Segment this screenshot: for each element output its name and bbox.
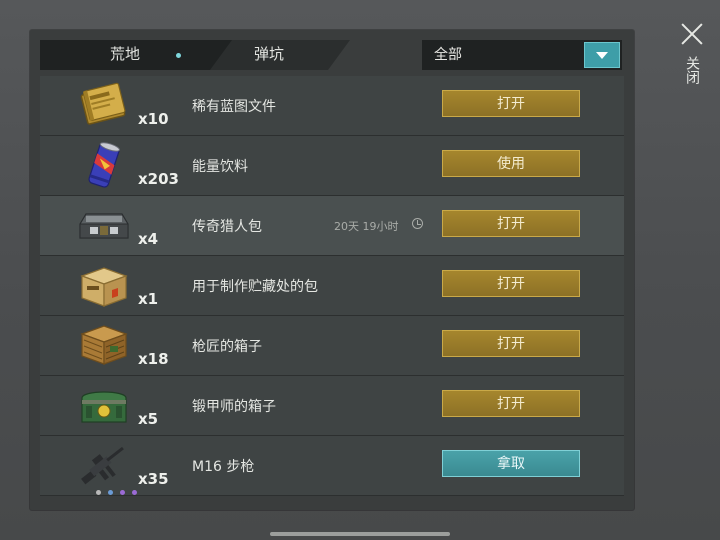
item-quantity: x5 <box>138 410 159 428</box>
tab-crater-label: 弹坑 <box>253 45 284 63</box>
timer-text: 20天 19小时 <box>334 220 399 233</box>
rarity-dot <box>108 490 114 495</box>
item-name: 稀有蓝图文件 <box>192 99 276 115</box>
open-button[interactable]: 打开 <box>442 270 580 297</box>
tab-wasteland[interactable]: 荒地 <box>40 40 232 70</box>
list-item: x4 传奇猎人包 20天 19小时 打开 <box>40 196 624 256</box>
list-item: x35 M16 步枪 拿取 <box>40 436 624 496</box>
filter-dropdown[interactable]: 全部 <box>422 40 622 70</box>
notification-dot <box>176 53 181 58</box>
tab-wasteland-label: 荒地 <box>109 45 140 63</box>
item-quantity: x10 <box>138 110 169 128</box>
item-name: 锻甲师的箱子 <box>192 399 276 415</box>
item-quantity: x35 <box>138 470 169 488</box>
list-item: x203 能量饮料 使用 <box>40 136 624 196</box>
item-quantity: x203 <box>138 170 179 188</box>
item-quantity: x18 <box>138 350 169 368</box>
take-button[interactable]: 拿取 <box>442 450 580 477</box>
item-name: 传奇猎人包 <box>192 219 262 235</box>
hunter-pack-icon <box>79 213 129 239</box>
use-button[interactable]: 使用 <box>442 150 580 177</box>
rarity-dot <box>96 490 101 495</box>
item-quantity: x1 <box>138 290 159 308</box>
home-indicator <box>270 532 450 536</box>
list-item: x1 用于制作贮藏处的包 打开 <box>40 256 624 316</box>
item-name: 能量饮料 <box>192 159 248 175</box>
close-label[interactable]: 关闭 <box>683 56 700 84</box>
open-button[interactable]: 打开 <box>442 330 580 357</box>
rarity-dots <box>96 480 139 495</box>
stash-crate-icon <box>80 267 128 307</box>
item-name: 用于制作贮藏处的包 <box>192 279 318 295</box>
open-button[interactable]: 打开 <box>442 390 580 417</box>
energy-drink-can-icon <box>88 142 120 188</box>
item-name: M16 步枪 <box>192 459 255 475</box>
armor-chest-icon <box>81 391 127 423</box>
item-name: 枪匠的箱子 <box>192 339 262 355</box>
filter-selected-value: 全部 <box>434 47 462 63</box>
open-button[interactable]: 打开 <box>442 90 580 117</box>
list-item: x5 锻甲师的箱子 打开 <box>40 376 624 436</box>
item-list[interactable]: x10 稀有蓝图文件 打开 x203 能量饮料 使用 x4 传奇猎人包 20天 … <box>40 76 624 500</box>
list-item: x18 枪匠的箱子 打开 <box>40 316 624 376</box>
inventory-panel: 荒地 弹坑 全部 x10 稀有蓝图文件 打开 x203 能量饮料 使用 x4 传… <box>30 30 634 510</box>
blueprint-folder-icon <box>80 82 126 125</box>
tab-crater[interactable]: 弹坑 <box>210 40 350 70</box>
close-icon[interactable] <box>680 22 704 46</box>
open-button[interactable]: 打开 <box>442 210 580 237</box>
clock-icon <box>412 218 423 229</box>
item-quantity: x4 <box>138 230 159 248</box>
wooden-crate-icon <box>80 325 128 365</box>
list-item: x10 稀有蓝图文件 打开 <box>40 76 624 136</box>
rarity-dot <box>132 490 138 495</box>
rarity-dot <box>120 490 126 495</box>
chevron-down-icon[interactable] <box>584 42 620 68</box>
